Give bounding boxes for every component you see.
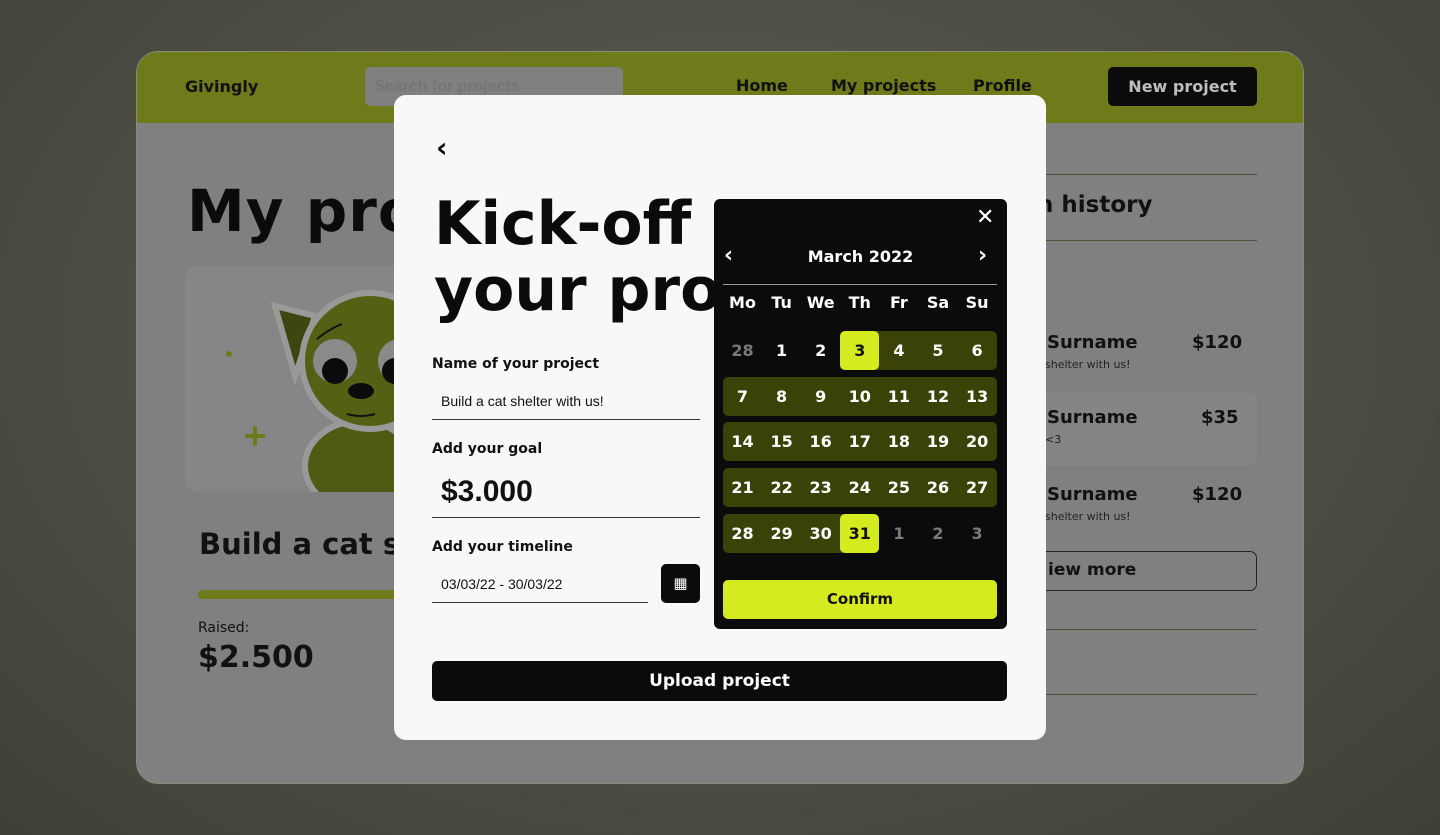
calendar-day[interactable]: 17: [840, 422, 879, 461]
calendar-day[interactable]: 12: [919, 377, 958, 416]
calendar-day[interactable]: 16: [801, 422, 840, 461]
calendar-button[interactable]: ▦: [661, 564, 700, 603]
calendar-day[interactable]: 11: [879, 377, 918, 416]
weekday-label: Su: [965, 293, 989, 312]
confirm-button[interactable]: Confirm: [723, 580, 997, 619]
divider: [723, 284, 997, 285]
calendar-day[interactable]: 23: [801, 468, 840, 507]
calendar-day[interactable]: 21: [723, 468, 762, 507]
donor-name: Surname: [1047, 407, 1138, 428]
calendar-day[interactable]: 27: [958, 468, 997, 507]
name-label: Name of your project: [432, 356, 600, 372]
weekday-label: Fr: [889, 293, 908, 312]
project-image: [185, 266, 441, 514]
date-picker: ✕ March 2022 ‹ › Mo Tu We Th Fr Sa Su 28 1 2 3 4 5 6…: [714, 199, 1007, 629]
calendar-month: March 2022: [807, 247, 914, 266]
raised-value: $2.500: [198, 640, 314, 675]
upload-project-button[interactable]: Upload project: [432, 661, 1007, 701]
calendar-day[interactable]: 9: [801, 377, 840, 416]
goal-input[interactable]: [432, 467, 700, 518]
timeline-label: Add your timeline: [432, 539, 573, 555]
calendar-day[interactable]: 2: [919, 514, 958, 553]
calendar-day[interactable]: 13: [958, 377, 997, 416]
calendar-day[interactable]: 8: [762, 377, 801, 416]
calendar-day[interactable]: 6: [958, 331, 997, 370]
logo: Givingly: [185, 77, 259, 96]
timeline-input[interactable]: [432, 565, 648, 603]
weekday-label: Mo: [729, 293, 756, 312]
history-title: n history: [1037, 192, 1153, 218]
calendar-day[interactable]: 25: [879, 468, 918, 507]
project-title: Build a cat s: [199, 527, 401, 561]
weekday-label: Th: [848, 293, 871, 312]
selected-day[interactable]: 31: [840, 514, 880, 553]
title-line-2: your proj: [434, 255, 742, 325]
calendar-day[interactable]: 30: [801, 514, 840, 553]
donation-message: <3: [1045, 433, 1062, 446]
calendar-day[interactable]: 26: [919, 468, 958, 507]
weekday-label: Sa: [926, 293, 950, 312]
donation-message: shelter with us!: [1045, 510, 1131, 523]
donation-amount: $120: [1192, 332, 1243, 353]
calendar-day[interactable]: 28: [723, 514, 762, 553]
donation-amount: $35: [1201, 407, 1239, 428]
calendar-day[interactable]: 3: [958, 514, 997, 553]
calendar-day[interactable]: 2: [801, 331, 840, 370]
calendar-day[interactable]: 14: [723, 422, 762, 461]
calendar-day[interactable]: 15: [762, 422, 801, 461]
title-line-1: Kick-off: [434, 189, 692, 259]
nav-my-projects[interactable]: My projects: [831, 76, 936, 95]
calendar-day[interactable]: 5: [919, 331, 958, 370]
calendar-day[interactable]: 28: [723, 331, 762, 370]
calendar-day[interactable]: 20: [958, 422, 997, 461]
weekday-label: Tu: [771, 293, 792, 312]
calendar-day[interactable]: 18: [879, 422, 918, 461]
calendar-day[interactable]: 1: [762, 331, 801, 370]
progress-bar: [198, 590, 418, 599]
raised-label: Raised:: [198, 620, 250, 636]
calendar-day[interactable]: 1: [879, 514, 918, 553]
modal-title: Kick-off your proj: [434, 191, 742, 323]
calendar-day[interactable]: 24: [840, 468, 879, 507]
weekday-label: We: [806, 293, 835, 312]
donation-message: shelter with us!: [1045, 358, 1131, 371]
calendar-icon: ▦: [673, 574, 688, 592]
nav-profile[interactable]: Profile: [973, 76, 1032, 95]
project-name-input[interactable]: [432, 383, 700, 420]
back-chevron-icon[interactable]: ‹: [436, 131, 448, 164]
calendar-day[interactable]: 29: [762, 514, 801, 553]
next-month-chevron-icon[interactable]: ›: [978, 243, 987, 268]
donation-amount: $120: [1192, 484, 1243, 505]
calendar-day[interactable]: 22: [762, 468, 801, 507]
calendar-day[interactable]: 7: [723, 377, 762, 416]
calendar-day[interactable]: 10: [840, 377, 879, 416]
nav-home[interactable]: Home: [736, 76, 788, 95]
goal-label: Add your goal: [432, 441, 543, 457]
new-project-button[interactable]: New project: [1108, 67, 1257, 106]
donor-name: Surname: [1047, 484, 1138, 505]
cat-illustration: [226, 290, 441, 514]
donor-name: Surname: [1047, 332, 1138, 353]
prev-month-chevron-icon[interactable]: ‹: [724, 243, 733, 268]
calendar-day[interactable]: 19: [919, 422, 958, 461]
selected-day[interactable]: 3: [840, 331, 880, 370]
page-title: My pro: [187, 177, 419, 245]
calendar-day[interactable]: 4: [879, 331, 918, 370]
close-icon[interactable]: ✕: [976, 205, 994, 230]
